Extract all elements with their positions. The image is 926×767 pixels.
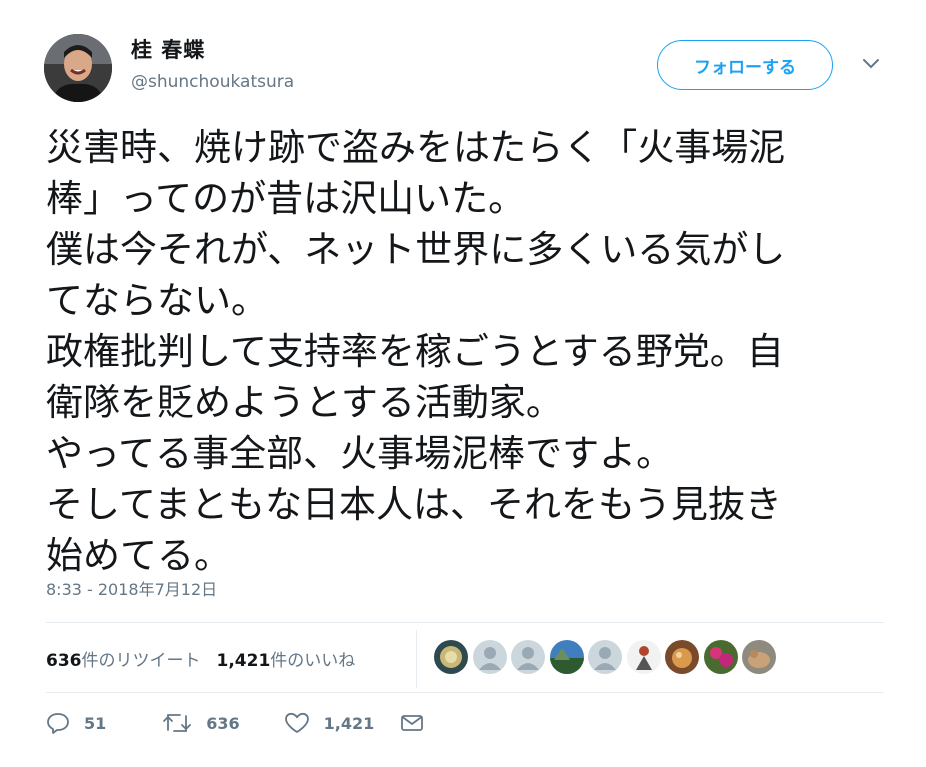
tweet-line: 僕は今それが、ネット世界に多くいる気がし — [46, 228, 786, 271]
tweet-stats: 636件のリツイート 1,421件のいいね — [46, 646, 371, 671]
tweet-line: そしてまともな日本人は、それをもう見抜き — [46, 483, 782, 526]
like-stat[interactable]: 1,421件のいいね — [217, 646, 356, 671]
liker-avatar-figure[interactable] — [626, 640, 661, 674]
divider — [46, 622, 884, 623]
like-stat-count: 1,421 — [216, 651, 271, 671]
retweet-count: 636 — [206, 713, 240, 733]
like-stat-label: 件のいいね — [270, 651, 356, 671]
divider — [46, 692, 884, 693]
envelope-icon — [401, 715, 424, 731]
reply-count: 51 — [84, 713, 107, 733]
retweet-stat-label: 件のリツイート — [81, 651, 201, 671]
tweet-actions: 51 636 1,421 — [46, 712, 468, 734]
liker-avatar-landscape[interactable] — [549, 640, 584, 674]
liker-avatar-flowers[interactable] — [703, 640, 738, 674]
tweet-line: てならない。 — [46, 279, 268, 322]
tweet-line: やってる事全部、火事場泥棒ですよ。 — [46, 432, 674, 475]
reply-icon — [47, 713, 69, 734]
display-name[interactable]: 桂 春蝶 — [131, 34, 205, 64]
user-handle[interactable]: @shunchoukatsura — [131, 72, 294, 92]
like-button[interactable]: 1,421 — [284, 712, 375, 734]
heart-icon — [284, 712, 309, 733]
direct-message-button[interactable] — [400, 713, 438, 733]
tweet-line: 棒」ってのが昔は沢山いた。 — [46, 177, 526, 220]
retweet-stat-count: 636 — [46, 651, 82, 671]
liker-avatar-1[interactable] — [434, 640, 468, 674]
likers-avatars — [434, 640, 781, 674]
liker-avatar-food[interactable] — [665, 640, 699, 674]
tweet-timestamp[interactable]: 8:33 - 2018年7月12日 — [46, 576, 217, 600]
chevron-down-icon[interactable] — [861, 56, 881, 72]
retweet-icon — [163, 714, 192, 732]
follow-button[interactable]: フォローする — [657, 40, 833, 90]
tweet-line: 政権批判して支持率を稼ごうとする野党。自 — [46, 330, 784, 373]
tweet-line: 衛隊を貶めようとする活動家。 — [46, 381, 563, 424]
user-avatar[interactable] — [44, 34, 112, 102]
default-avatar[interactable] — [472, 640, 507, 674]
tweet-text: 災害時、焼け跡で盗みをはたらく「火事場泥 棒」ってのが昔は沢山いた。 僕は今それ… — [46, 122, 886, 581]
tweet-line: 災害時、焼け跡で盗みをはたらく「火事場泥 — [46, 126, 786, 169]
liker-avatar-animal[interactable] — [742, 640, 776, 674]
like-count: 1,421 — [323, 713, 375, 733]
default-avatar[interactable] — [588, 640, 622, 674]
retweet-button[interactable]: 636 — [162, 712, 240, 734]
default-avatar[interactable] — [511, 640, 545, 674]
tweet-line: 始めてる。 — [46, 534, 231, 577]
retweet-stat[interactable]: 636件のリツイート — [46, 646, 201, 671]
stats-separator — [416, 630, 417, 688]
reply-button[interactable]: 51 — [46, 712, 106, 734]
